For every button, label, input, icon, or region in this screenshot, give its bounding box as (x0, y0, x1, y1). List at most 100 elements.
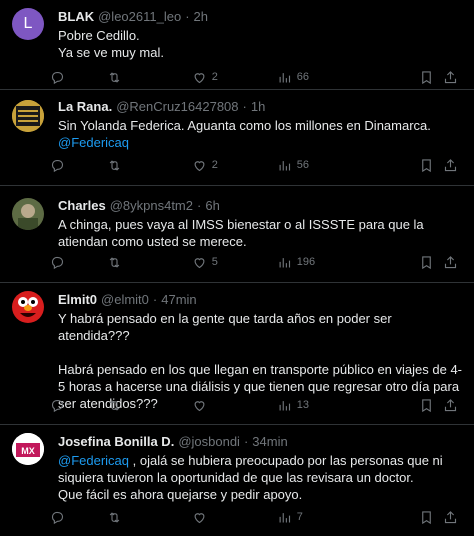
avatar-text: MX (21, 446, 35, 456)
share-button[interactable] (443, 70, 462, 85)
like-button[interactable] (192, 398, 277, 413)
like-button[interactable]: 5 (192, 255, 277, 270)
timestamp[interactable]: 6h (205, 198, 219, 213)
reply-button[interactable] (50, 398, 107, 413)
reply-button[interactable] (50, 158, 107, 173)
tweet[interactable]: MX Josefina Bonilla D. @josbondi · 34min… (0, 425, 474, 536)
reply-button[interactable] (50, 255, 107, 270)
views-button[interactable]: 7 (277, 510, 419, 525)
display-name[interactable]: Elmit0 (58, 292, 97, 307)
share-button[interactable] (443, 158, 462, 173)
avatar[interactable] (12, 100, 44, 132)
timestamp[interactable]: 1h (251, 99, 265, 114)
retweet-button[interactable] (107, 255, 192, 270)
user-handle[interactable]: @josbondi (178, 434, 240, 449)
avatar[interactable]: MX (12, 433, 44, 465)
tweet[interactable]: Charles @8ykpns4tm2 · 6h A chinga, pues … (0, 186, 474, 283)
avatar-image (12, 100, 44, 132)
share-button[interactable] (443, 510, 462, 525)
retweet-button[interactable] (107, 398, 192, 413)
tweet-line: Sin Yolanda Federica. Aguanta como los m… (58, 118, 431, 133)
share-icon (445, 70, 457, 83)
retweet-icon (109, 256, 119, 268)
user-handle[interactable]: @8ykpns4tm2 (110, 198, 193, 213)
tweet-header: Josefina Bonilla D. @josbondi · 34min (58, 434, 462, 449)
avatar[interactable] (12, 291, 44, 323)
tweet-line: Pobre Cedillo. (58, 28, 140, 43)
display-name[interactable]: BLAK (58, 9, 94, 24)
bookmark-button[interactable] (419, 398, 444, 413)
like-button[interactable]: 2 (192, 158, 277, 173)
bookmark-icon (421, 398, 431, 412)
views-icon (279, 512, 290, 522)
share-icon (445, 158, 457, 171)
heart-icon (194, 257, 205, 268)
avatar[interactable] (12, 198, 44, 230)
share-icon (445, 255, 457, 268)
avatar-image (12, 198, 44, 230)
bookmark-button[interactable] (419, 255, 444, 270)
separator-dot: · (152, 292, 158, 307)
tweet[interactable]: Elmit0 @elmit0 · 47min Y habrá pensado e… (0, 283, 474, 425)
share-icon (445, 398, 457, 411)
separator-dot: · (243, 434, 249, 449)
tweet-text: @Federicaq , ojalá se hubiera preocupado… (58, 452, 462, 503)
like-button[interactable]: 2 (192, 70, 277, 85)
views-button[interactable]: 13 (277, 398, 419, 413)
views-icon (279, 257, 290, 267)
tweet-line: Ya se ve muy mal. (58, 45, 164, 60)
bookmark-button[interactable] (419, 70, 444, 85)
share-button[interactable] (443, 398, 462, 413)
reply-icon (51, 256, 64, 269)
tweet-text: A chinga, pues vaya al IMSS bienestar o … (58, 216, 462, 250)
retweet-icon (109, 71, 119, 83)
heart-icon (194, 160, 205, 171)
view-count: 196 (296, 256, 316, 268)
tweet-header: La Rana. @RenCruz16427808 · 1h (58, 99, 462, 114)
bookmark-button[interactable] (419, 510, 444, 525)
tweet[interactable]: La Rana. @RenCruz16427808 · 1h Sin Yolan… (0, 90, 474, 186)
display-name[interactable]: Charles (58, 198, 106, 213)
action-bar: 2 66 (50, 67, 462, 87)
views-icon (279, 160, 290, 170)
avatar-image: MX (12, 433, 44, 465)
reply-icon (51, 71, 64, 84)
mention-link[interactable]: @Federicaq (58, 135, 129, 150)
mention-link[interactable]: @Federicaq (58, 453, 129, 468)
reply-button[interactable] (50, 70, 107, 85)
bookmark-button[interactable] (419, 158, 444, 173)
tweet-header: Charles @8ykpns4tm2 · 6h (58, 198, 462, 213)
user-handle[interactable]: @elmit0 (101, 292, 149, 307)
timestamp[interactable]: 47min (161, 292, 196, 307)
reply-icon (51, 511, 64, 524)
bookmark-icon (421, 510, 431, 524)
display-name[interactable]: La Rana. (58, 99, 112, 114)
heart-icon (194, 400, 205, 411)
user-handle[interactable]: @RenCruz16427808 (116, 99, 238, 114)
reply-icon (51, 159, 64, 172)
retweet-button[interactable] (107, 158, 192, 173)
tweet-header: BLAK @leo2611_leo · 2h (58, 9, 462, 24)
retweet-button[interactable] (107, 70, 192, 85)
tweet-text: Pobre Cedillo. Ya se ve muy mal. (58, 27, 462, 61)
user-handle[interactable]: @leo2611_leo (98, 9, 181, 24)
tweet-text: Sin Yolanda Federica. Aguanta como los m… (58, 117, 462, 151)
avatar[interactable]: L (12, 8, 44, 40)
tweet[interactable]: L BLAK @leo2611_leo · 2h Pobre Cedillo. … (0, 0, 474, 90)
share-icon (445, 510, 457, 523)
tweet-line (58, 344, 462, 361)
heart-icon (194, 72, 205, 83)
views-button[interactable]: 66 (277, 70, 419, 85)
views-button[interactable]: 196 (277, 255, 419, 270)
action-bar: 2 56 (50, 155, 462, 175)
share-button[interactable] (443, 255, 462, 270)
like-button[interactable] (192, 510, 277, 525)
views-button[interactable]: 56 (277, 158, 419, 173)
retweet-button[interactable] (107, 510, 192, 525)
reply-button[interactable] (50, 510, 107, 525)
view-count: 13 (296, 399, 310, 411)
tweet-line: Que fácil es ahora quejarse y pedir apoy… (58, 487, 303, 502)
timestamp[interactable]: 34min (252, 434, 287, 449)
timestamp[interactable]: 2h (194, 9, 208, 24)
display-name[interactable]: Josefina Bonilla D. (58, 434, 174, 449)
